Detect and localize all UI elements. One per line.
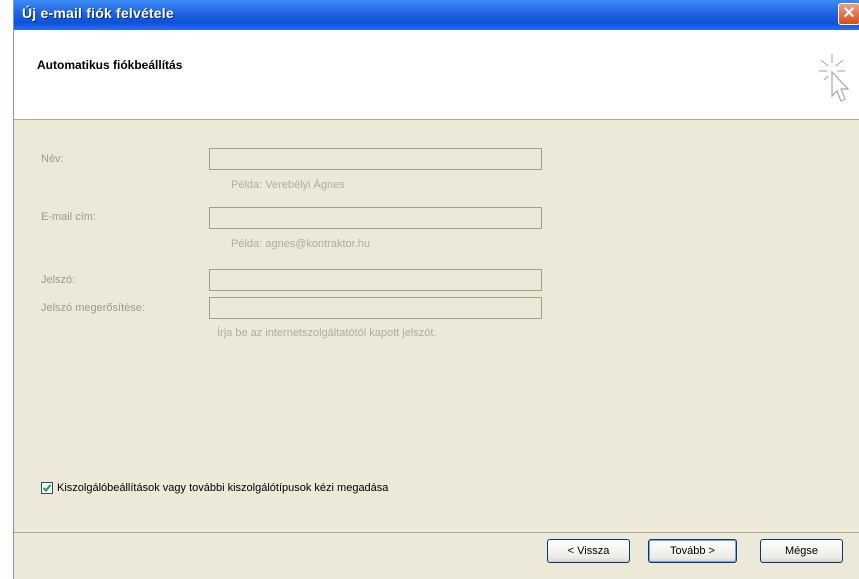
- confirm-password-input[interactable]: [209, 297, 542, 319]
- window-title: Új e-mail fiók felvétele: [22, 5, 174, 21]
- close-button[interactable]: ✕: [838, 3, 859, 25]
- manual-setup-label: Kiszolgálóbeállítások vagy további kiszo…: [57, 482, 389, 494]
- password-input[interactable]: [209, 269, 542, 291]
- dialog-window: Új e-mail fiók felvétele ✕ Automatikus f…: [13, 0, 859, 579]
- wizard-header: Automatikus fiókbeállítás: [14, 30, 859, 120]
- email-hint: Példa: agnes@kontraktor.hu: [231, 238, 370, 250]
- email-label: E-mail cím:: [41, 211, 96, 223]
- password-hint: Írja be az internetszolgáltatótól kapott…: [217, 327, 437, 339]
- name-label: Név:: [41, 153, 64, 165]
- back-button[interactable]: < Vissza: [547, 539, 630, 563]
- name-hint: Példa: Verebélyi Ágnes: [231, 179, 345, 191]
- checkmark-icon: [42, 484, 52, 492]
- cancel-button[interactable]: Mégse: [760, 539, 843, 563]
- close-icon: ✕: [842, 5, 856, 22]
- email-input[interactable]: [209, 207, 542, 229]
- name-input[interactable]: [209, 148, 542, 170]
- title-bar[interactable]: Új e-mail fiók felvétele ✕: [14, 0, 859, 30]
- manual-setup-option[interactable]: Kiszolgálóbeállítások vagy további kiszo…: [41, 482, 388, 494]
- confirm-password-label: Jelszó megerősítése:: [41, 302, 145, 314]
- password-label: Jelszó:: [41, 274, 76, 286]
- next-button[interactable]: Tovább >: [648, 539, 737, 563]
- page-title: Automatikus fiókbeállítás: [37, 58, 183, 72]
- wizard-cursor-icon: [819, 54, 850, 102]
- manual-setup-checkbox[interactable]: [41, 482, 53, 494]
- footer-divider: [14, 532, 859, 533]
